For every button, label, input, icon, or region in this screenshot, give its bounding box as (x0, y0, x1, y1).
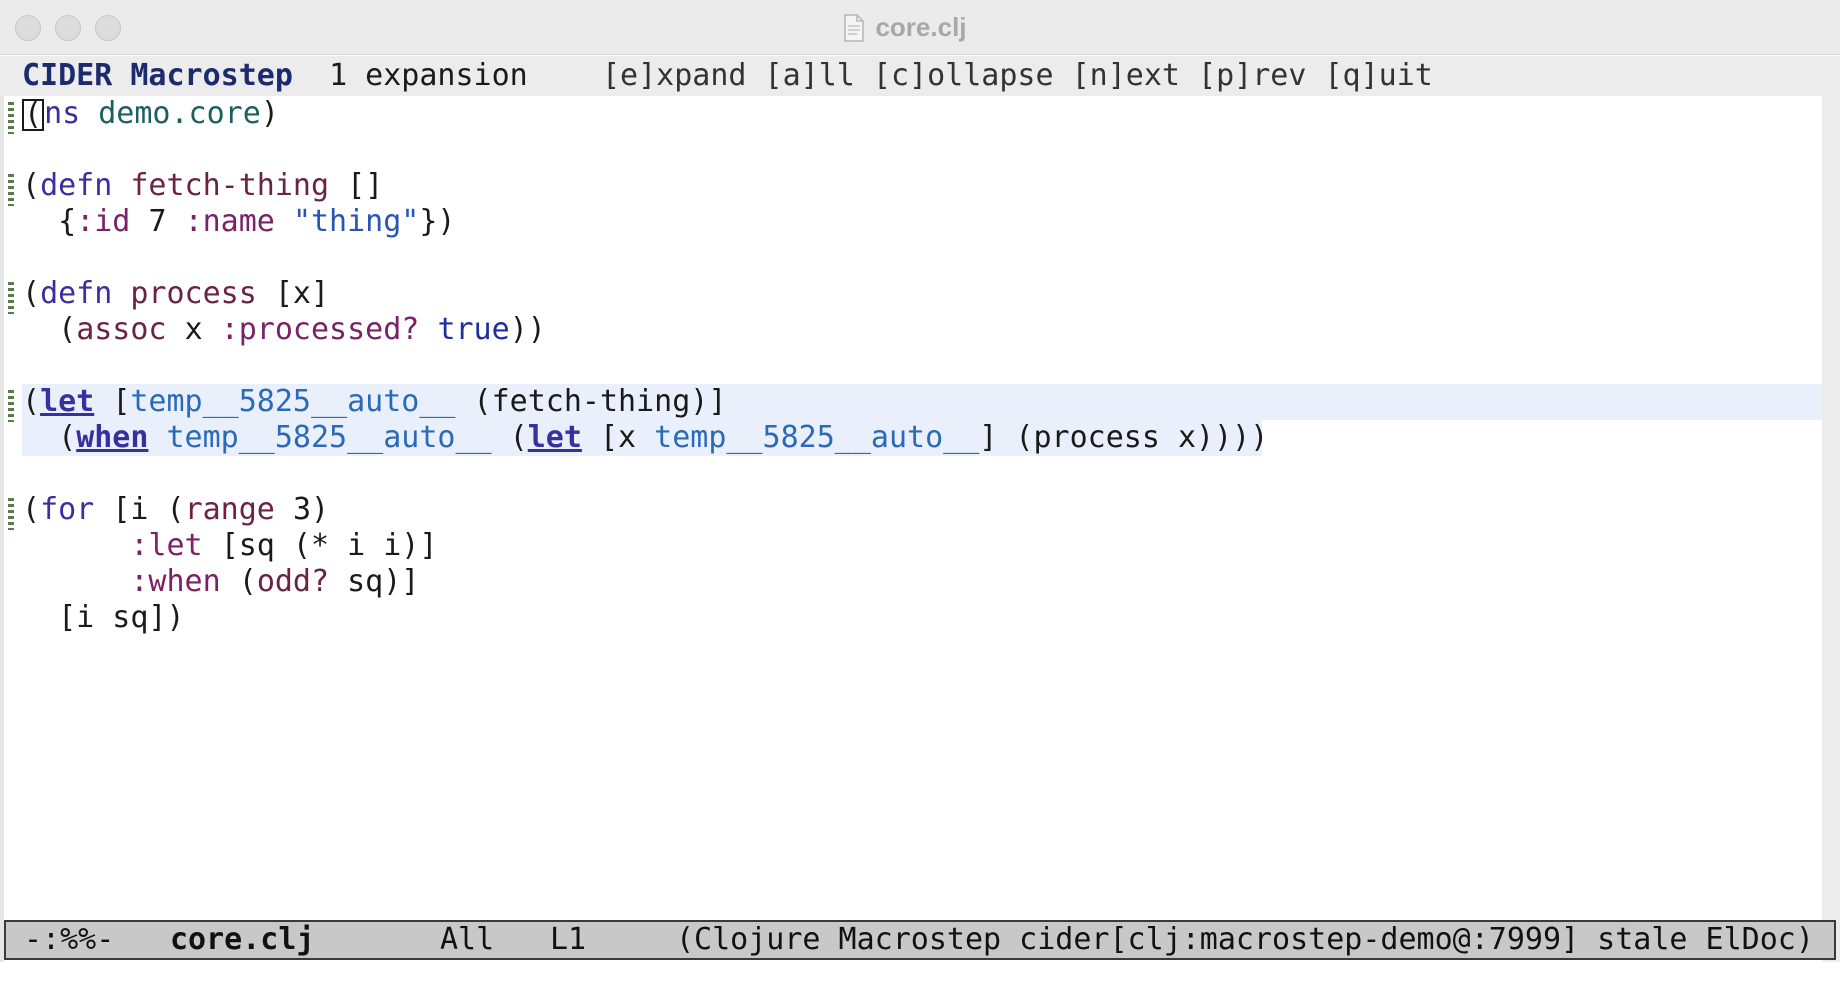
token-paren: ( (22, 492, 41, 527)
token-for: for (40, 492, 95, 527)
token-paren: ( (22, 168, 41, 203)
code-line-1[interactable]: (ns demo.core) (22, 96, 279, 132)
token-paren: ( (509, 420, 528, 455)
token-namespace: demo.core (98, 96, 261, 131)
token-defn: defn (40, 168, 113, 203)
token-keyword: :let (130, 528, 203, 563)
window-title-group: core.clj (0, 0, 1840, 55)
token-fn-name: process (130, 276, 257, 311)
token-number: 7 (148, 204, 167, 239)
token-call: (fetch-thing)] (473, 384, 727, 419)
token-args: [x] (274, 276, 330, 311)
token-fn-call: odd? (256, 564, 330, 599)
token-when: when (76, 420, 149, 455)
code-line-4[interactable]: {:id 7 :name "thing"}) (22, 204, 456, 240)
token-paren: ( (22, 276, 41, 311)
code-line-10-expanded[interactable]: (when temp__5825__auto__ (let [x temp__5… (22, 420, 1268, 456)
code-line-12[interactable]: (for [i (range 3) (22, 492, 329, 528)
token-paren: ( (22, 384, 41, 419)
token-gensym: temp__5825__auto__ (166, 420, 492, 455)
window-title: core.clj (875, 12, 967, 42)
token-fn-call: range (184, 492, 275, 527)
outline-marker (8, 498, 14, 530)
left-fringe (0, 96, 4, 964)
token-bracket: [i ( (112, 492, 185, 527)
token-paren: ( (58, 312, 77, 347)
outline-marker (8, 390, 14, 422)
outline-marker (8, 174, 14, 206)
major-minor-modes[interactable]: (Clojure Macrostep cider[clj:macrostep-d… (676, 922, 1814, 958)
token-let: let (40, 384, 95, 419)
macrostep-header-line: CIDER Macrostep 1 expansion [e]xpand [a]… (0, 56, 1840, 96)
right-fringe (1822, 96, 1840, 964)
token-call: ] (process x)))) (979, 420, 1269, 455)
code-line-3[interactable]: (defn fetch-thing [] (22, 168, 383, 204)
token-string: "thing" (292, 204, 420, 239)
token-paren: ( (58, 420, 77, 455)
token-keyword: :processed? (220, 312, 420, 347)
text-cursor: ( (22, 96, 45, 132)
token-boolean: true (437, 312, 510, 347)
outline-marker (8, 282, 14, 314)
emacs-window: core.clj CIDER Macrostep 1 expansion [e]… (0, 0, 1840, 1000)
token-defn: defn (40, 276, 113, 311)
echo-area[interactable] (0, 962, 1840, 1000)
code-line-14[interactable]: :when (odd? sq)] (22, 564, 419, 600)
title-bar[interactable]: core.clj (0, 0, 1840, 55)
buffer-status: -:%%- (24, 922, 115, 957)
code-line-15[interactable]: [i sq]) (22, 600, 185, 636)
macrostep-keybindings: [e]xpand [a]ll [c]ollapse [n]ext [p]rev … (602, 58, 1433, 93)
code-buffer[interactable]: (ns demo.core) (defn fetch-thing [] {:id… (22, 96, 1822, 956)
token-paren: ( (238, 564, 257, 599)
buffer-name[interactable]: core.clj (170, 922, 315, 958)
document-icon (844, 13, 865, 42)
token-let: let (527, 420, 582, 455)
token-body: [i sq]) (58, 600, 185, 635)
token-keyword: :id (76, 204, 131, 239)
token-keyword: :when (130, 564, 221, 599)
expansion-count: 1 expansion (329, 58, 528, 93)
token-paren: )) (509, 312, 546, 347)
token-symbol: sq)] (347, 564, 420, 599)
line-number: L1 (550, 922, 587, 957)
token-brace: { (58, 204, 77, 239)
token-fn-call: assoc (76, 312, 167, 347)
token-gensym: temp__5825__auto__ (654, 420, 980, 455)
header-brand: CIDER Macrostep (22, 58, 293, 93)
outline-marker (8, 102, 14, 134)
code-line-9-expanded[interactable]: (let [temp__5825__auto__ (fetch-thing)] (22, 384, 726, 420)
token-binding: [sq (* i i)] (220, 528, 438, 563)
token-gensym: temp__5825__auto__ (130, 384, 456, 419)
code-line-6[interactable]: (defn process [x] (22, 276, 329, 312)
token-number: 3) (292, 492, 330, 527)
code-line-13[interactable]: :let [sq (* i i)] (22, 528, 437, 564)
token-ns: ns (44, 96, 81, 131)
buffer-position: All (440, 922, 495, 957)
token-symbol: x (184, 312, 203, 347)
token-args: [] (347, 168, 384, 203)
token-brace: }) (419, 204, 456, 239)
token-paren: ) (260, 96, 279, 131)
token-bracket: [ (112, 384, 131, 419)
code-line-7[interactable]: (assoc x :processed? true)) (22, 312, 546, 348)
token-bracket: [x (599, 420, 637, 455)
token-keyword: :name (184, 204, 275, 239)
emacs-frame: CIDER Macrostep 1 expansion [e]xpand [a]… (0, 56, 1840, 1000)
mode-line[interactable]: -:%%- core.clj All L1 (Clojure Macrostep… (4, 920, 1836, 960)
token-fn-name: fetch-thing (130, 168, 330, 203)
